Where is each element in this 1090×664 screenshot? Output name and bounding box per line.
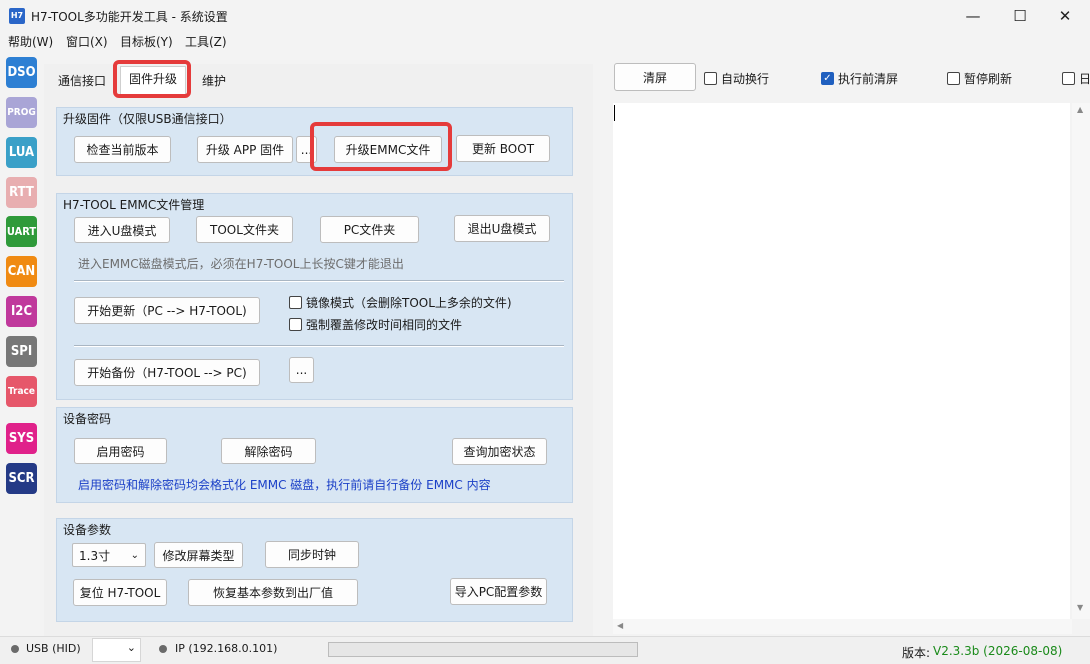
maximize-button[interactable]: ☐ [997,0,1043,31]
module-rail: DSO PROG LUA RTT UART CAN I2C SPI Trace … [4,55,40,635]
enter-udisk-button[interactable]: 进入U盘模式 [74,217,170,243]
divider [74,345,564,347]
pause-refresh-checkbox[interactable]: 暂停刷新 [947,70,1012,87]
app-logo-icon: H7 [9,8,25,24]
log-label: 日 [1079,72,1090,86]
tab-comm-interface[interactable]: 通信接口 [52,70,112,94]
version-value: V2.3.3b (2026-08-08) [933,644,1063,658]
rtt-module-button[interactable]: RTT [6,177,37,208]
window-title: H7-TOOL多功能开发工具 - 系统设置 [31,10,228,24]
prog-module-button[interactable]: PROG [6,97,37,128]
upgrade-app-button[interactable]: 升级 APP 固件 [197,136,293,163]
console-output[interactable] [613,103,1070,619]
chevron-down-icon: ⌄ [130,549,139,561]
enable-password-button[interactable]: 启用密码 [74,438,167,464]
minimize-button[interactable]: — [950,0,996,31]
backup-browse-button[interactable]: ... [289,357,314,383]
update-boot-button[interactable]: 更新 BOOT [456,135,550,162]
force-overwrite-label: 强制覆盖修改时间相同的文件 [306,318,463,332]
start-update-button[interactable]: 开始更新（PC --> H7-TOOL) [74,297,260,324]
pause-refresh-label: 暂停刷新 [964,72,1013,86]
menu-tools[interactable]: 工具(Z) [185,33,227,50]
pc-folder-button[interactable]: PC文件夹 [320,216,419,243]
log-checkbox[interactable]: 日 [1062,70,1090,87]
uart-module-button[interactable]: UART [6,216,37,247]
checkmark-icon[interactable]: ✓ [821,72,834,85]
horizontal-scrollbar[interactable]: ◀ [613,619,1072,634]
port-select[interactable]: ⌄ [92,638,141,662]
vertical-scrollbar[interactable]: ▲ ▼ [1072,103,1090,619]
auto-wrap-checkbox[interactable]: 自动换行 [704,70,769,87]
mirror-mode-label: 镜像模式（会删除TOOL上多余的文件) [306,296,512,310]
sys-module-button[interactable]: SYS [6,423,37,454]
auto-wrap-label: 自动换行 [721,72,770,86]
can-module-button[interactable]: CAN [6,256,37,287]
trace-module-button[interactable]: Trace [6,376,37,407]
lua-module-button[interactable]: LUA [6,137,37,168]
scroll-up-icon[interactable]: ▲ [1077,105,1083,114]
ip-status-dot-icon [159,645,167,653]
progress-bar [328,642,638,657]
close-button[interactable]: ✕ [1042,0,1088,31]
checkbox-box[interactable] [289,318,302,331]
scroll-left-icon[interactable]: ◀ [617,621,623,630]
start-backup-button[interactable]: 开始备份（H7-TOOL --> PC) [74,359,260,386]
exit-udisk-button[interactable]: 退出U盘模式 [454,215,550,242]
version-label: 版本: [902,646,931,660]
scr-module-button[interactable]: SCR [6,463,37,494]
modify-screen-button[interactable]: 修改屏幕类型 [154,542,243,568]
tab-maintenance[interactable]: 维护 [196,70,232,94]
emmc-highlight-box [310,122,452,171]
tab-highlight-box [113,60,191,98]
chevron-down-icon: ⌄ [126,641,136,654]
upgrade-firmware-title: 升级固件（仅限USB通信接口） [63,112,232,126]
checkbox-box[interactable] [947,72,960,85]
usb-status-dot-icon [11,645,19,653]
udisk-exit-hint: 进入EMMC磁盘模式后，必须在H7-TOOL上长按C键才能退出 [78,257,404,271]
text-cursor [614,105,615,121]
menu-help[interactable]: 帮助(W) [8,33,53,50]
device-params-group [56,518,573,622]
reset-tool-button[interactable]: 复位 H7-TOOL [73,579,167,606]
menu-target-board[interactable]: 目标板(Y) [120,33,173,50]
disable-password-button[interactable]: 解除密码 [221,438,316,464]
ip-status-label: IP (192.168.0.101) [175,642,278,655]
spi-module-button[interactable]: SPI [6,336,37,367]
mirror-mode-checkbox[interactable]: 镜像模式（会删除TOOL上多余的文件) [289,294,512,311]
emmc-management-title: H7-TOOL EMMC文件管理 [63,198,205,212]
checkbox-box[interactable] [704,72,717,85]
i2c-module-button[interactable]: I2C [6,296,37,327]
checkbox-box[interactable] [289,296,302,309]
query-encryption-button[interactable]: 查询加密状态 [452,438,547,465]
device-password-title: 设备密码 [63,412,112,426]
check-version-button[interactable]: 检查当前版本 [74,136,171,163]
device-params-title: 设备参数 [63,523,112,537]
import-pc-config-button[interactable]: 导入PC配置参数 [450,578,547,605]
checkbox-box[interactable] [1062,72,1075,85]
clear-before-exec-label: 执行前清屏 [838,72,899,86]
divider [74,280,564,282]
clear-before-exec-checkbox[interactable]: ✓ 执行前清屏 [821,70,898,87]
status-bar: USB (HID) ⌄ IP (192.168.0.101) 版本: V2.3.… [0,636,1090,664]
password-warning-note: 启用密码和解除密码均会格式化 EMMC 磁盘，执行前请自行备份 EMMC 内容 [78,478,491,492]
title-bar: H7 H7-TOOL多功能开发工具 - 系统设置 — ☐ ✕ [0,0,1090,31]
clear-screen-button[interactable]: 清屏 [614,63,696,91]
screen-size-value: 1.3寸 [79,548,111,563]
menu-bar: 帮助(W) 窗口(X) 目标板(Y) 工具(Z) [0,31,1090,51]
menu-window[interactable]: 窗口(X) [66,33,108,50]
dso-module-button[interactable]: DSO [6,57,37,88]
tool-folder-button[interactable]: TOOL文件夹 [196,216,293,243]
restore-defaults-button[interactable]: 恢复基本参数到出厂值 [188,579,358,606]
scroll-down-icon[interactable]: ▼ [1077,603,1083,612]
sync-clock-button[interactable]: 同步时钟 [265,541,359,568]
usb-status-label: USB (HID) [26,642,81,655]
force-overwrite-checkbox[interactable]: 强制覆盖修改时间相同的文件 [289,316,462,333]
screen-size-select[interactable]: 1.3寸 ⌄ [72,543,146,567]
